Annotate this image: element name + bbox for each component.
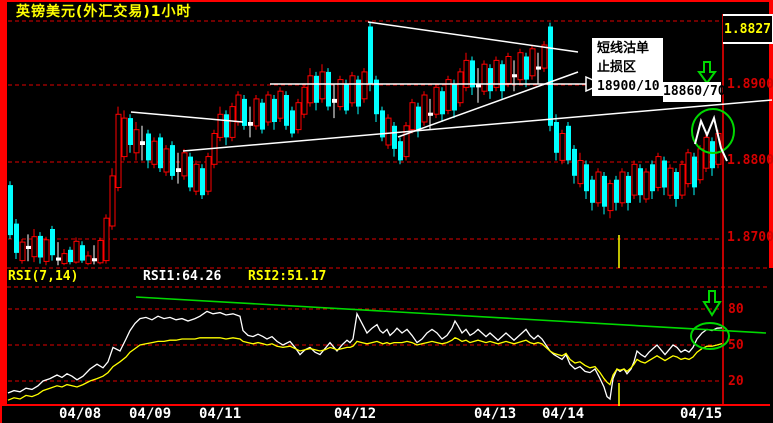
chart-window: 英镑美元(外汇交易)1小时 1.8827 1.8900 1.8800 1.870… (0, 0, 773, 423)
annotation-line-2: 止损区 (597, 60, 637, 75)
rsi-params-label: RSI(7,14) (8, 269, 79, 284)
rsi-scale-50: 50 (728, 338, 744, 353)
support-zone-label: 18860/70 (663, 84, 726, 99)
date-label-0409: 04/09 (129, 406, 172, 422)
green-down-arrow-icon (697, 61, 717, 85)
date-label-0415: 04/15 (680, 406, 723, 422)
rsi-green-down-arrow-icon (702, 290, 722, 317)
annotation-line-1: 短线沽单 (597, 41, 650, 56)
date-label-0411: 04/11 (199, 406, 242, 422)
annotation-line-3: 18900/10 (597, 79, 660, 94)
date-label-0408: 04/08 (59, 406, 102, 422)
rsi2-value-label: RSI2:51.17 (248, 269, 327, 284)
rsi-line-rsi2 (7, 337, 723, 401)
rsi-trendline (135, 296, 767, 334)
support-zone-annotation-box: 18860/70 (663, 82, 726, 102)
current-price-label: 1.8827 (724, 21, 771, 37)
rsi-scale-20: 20 (728, 374, 744, 389)
rsi-scale-80: 80 (728, 302, 744, 317)
date-label-0413: 04/13 (474, 406, 517, 422)
date-label-0412: 04/12 (334, 406, 377, 422)
date-label-0414: 04/14 (542, 406, 585, 422)
window-border-left (0, 0, 7, 405)
rsi1-value-label: RSI1:64.26 (143, 269, 222, 284)
window-border-left-lower (0, 405, 2, 423)
chart-title: 英镑美元(外汇交易)1小时 (16, 4, 192, 20)
price-label-18700: 1.8700 (727, 230, 773, 245)
current-price-box: 1.8827 (723, 14, 773, 44)
stop-loss-annotation-box: 短线沽单 止损区 18900/10 (592, 38, 663, 96)
price-label-18800: 1.8800 (727, 153, 773, 168)
price-label-18900: 1.8900 (727, 77, 773, 92)
trendline-descending-resistance (367, 21, 579, 53)
